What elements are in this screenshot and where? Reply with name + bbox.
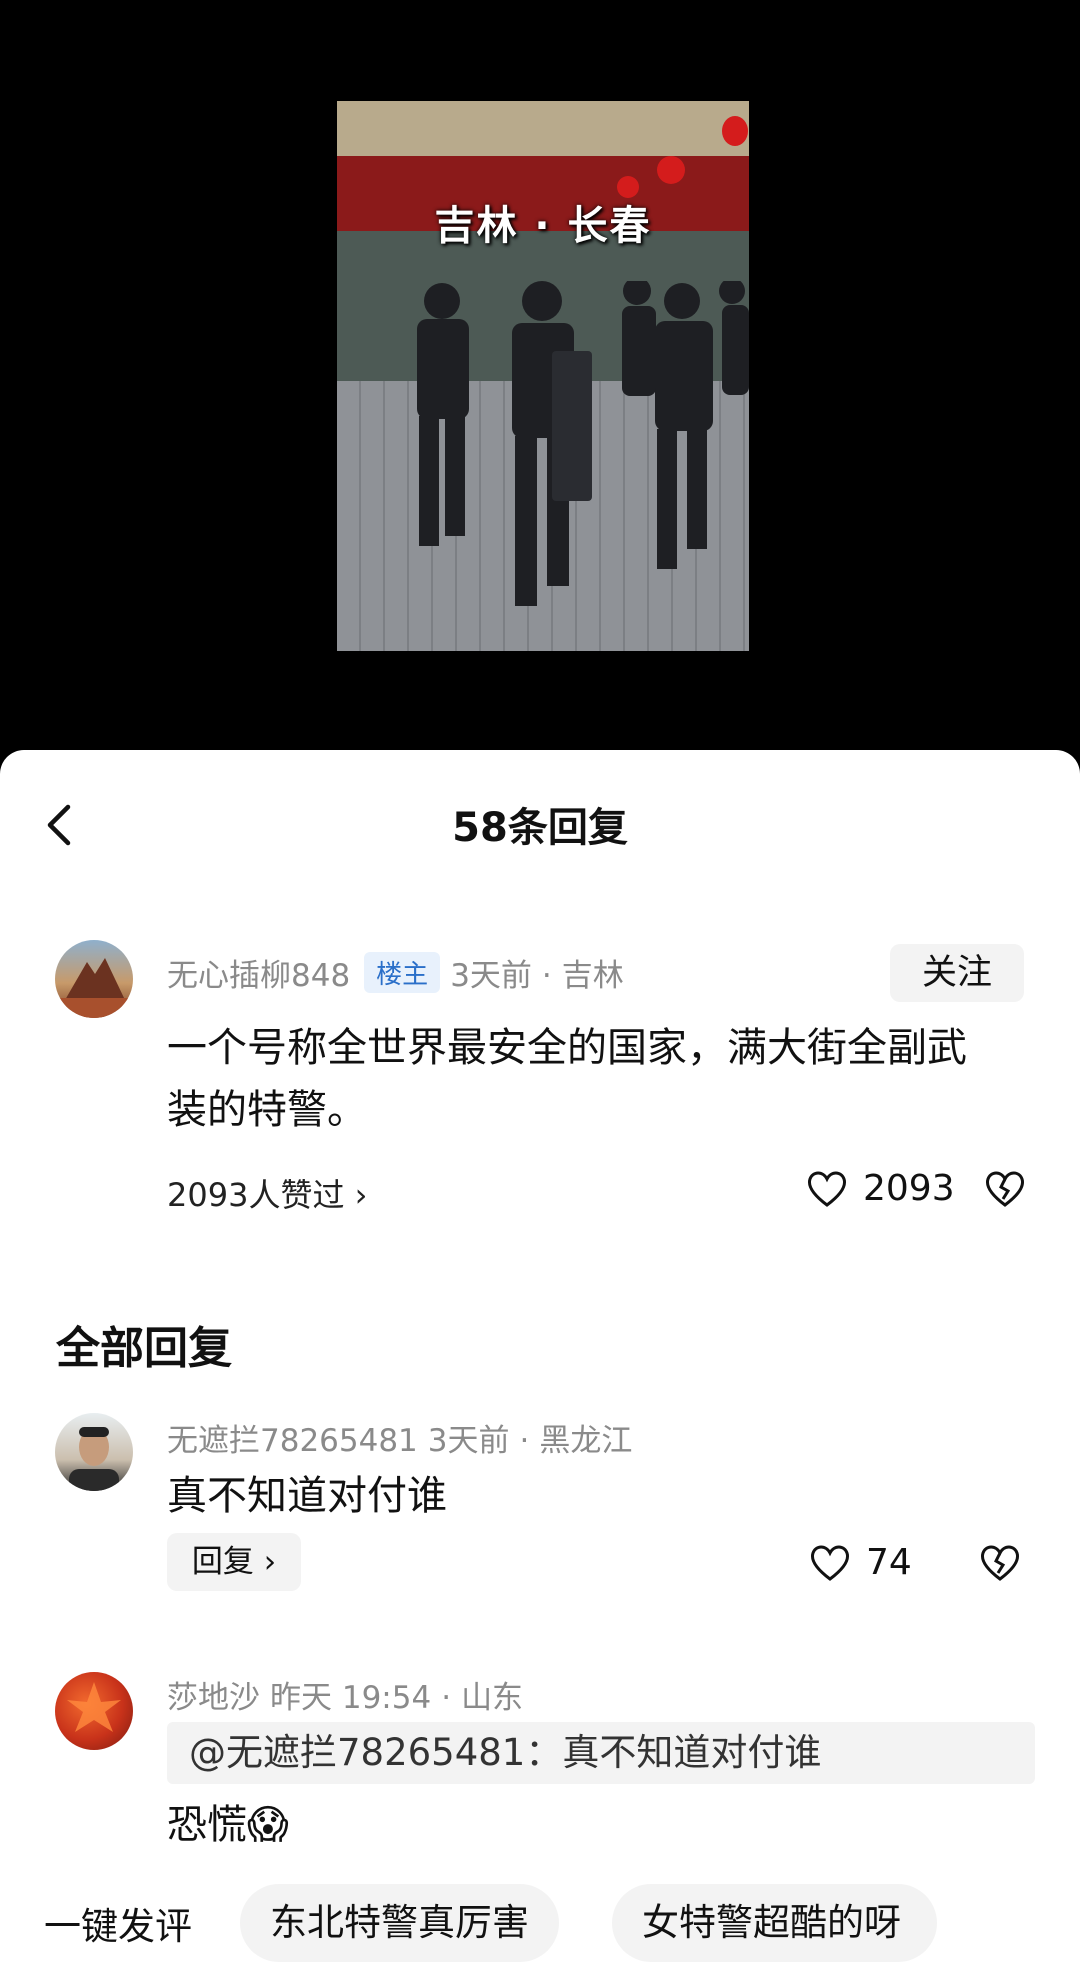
- reply-meta: 莎地沙 昨天 19:54 · 山东: [167, 1672, 533, 1717]
- reply-location: 黑龙江: [539, 1423, 633, 1459]
- username[interactable]: 莎地沙: [167, 1680, 260, 1716]
- meta-separator: ·: [441, 1680, 452, 1716]
- avatar-leaf-icon: [67, 1682, 121, 1732]
- meta-separator: ·: [519, 1423, 530, 1459]
- comment-location: 吉林: [561, 958, 624, 994]
- comment-meta: 无心插柳848 楼主 3天前 · 吉林: [167, 950, 634, 995]
- reply-text: 恐慌😱: [167, 1802, 289, 1848]
- video-caption: 吉林 · 长春: [434, 203, 652, 249]
- quick-comment-chip[interactable]: 东北特警真厉害: [240, 1884, 559, 1962]
- follow-button[interactable]: 关注: [890, 944, 1024, 1002]
- username[interactable]: 无心插柳848: [167, 958, 350, 994]
- quoted-reply[interactable]: @无遮拦78265481：真不知道对付谁: [167, 1722, 1035, 1784]
- heart-icon[interactable]: [808, 1543, 852, 1583]
- likes-summary[interactable]: 2093人赞过 ›: [167, 1170, 367, 1216]
- reply-text: 真不知道对付谁: [167, 1473, 447, 1519]
- username[interactable]: 无遮拦78265481: [167, 1423, 418, 1459]
- lantern-icon: [722, 116, 748, 146]
- comment-text: 一个号称全世界最安全的国家，满大街全副武装的特警。: [167, 1025, 967, 1133]
- dislike-icon[interactable]: [978, 1543, 1022, 1583]
- reply-time: 昨天 19:54: [270, 1680, 432, 1716]
- all-replies-heading: 全部回复: [56, 1323, 232, 1374]
- op-badge: 楼主: [364, 952, 441, 993]
- dislike-icon[interactable]: [983, 1169, 1027, 1209]
- avatar[interactable]: [55, 1413, 133, 1491]
- avatar-person-icon: [69, 1427, 119, 1491]
- video-thumbnail[interactable]: 吉林 · 长春: [337, 101, 749, 651]
- page-title: 58条回复: [452, 805, 628, 851]
- heart-icon[interactable]: [805, 1169, 849, 1209]
- avatar[interactable]: [55, 940, 133, 1018]
- like-group: 74: [808, 1542, 1022, 1583]
- like-group: 2093: [805, 1168, 1027, 1209]
- reply-time: 3天前: [427, 1423, 510, 1459]
- like-count: 74: [866, 1542, 912, 1583]
- quick-comment-label: 一键发评: [44, 1905, 192, 1948]
- reply-location: 山东: [461, 1680, 524, 1716]
- meta-separator: ·: [541, 958, 552, 994]
- avatar-mountain-icon: [55, 958, 133, 1018]
- comment-time: 3天前: [450, 958, 532, 994]
- like-count: 2093: [863, 1168, 955, 1209]
- quick-comment-bar: 一键发评 东北特警真厉害 女特警超酷的呀: [0, 1880, 1080, 1975]
- comments-sheet: 58条回复 无心插柳848 楼主 3天前 · 吉林 关注 一个号称全世界最安全的国家，满…: [0, 750, 1080, 1975]
- reply-meta: 无遮拦78265481 3天前 · 黑龙江: [167, 1415, 642, 1460]
- video-area[interactable]: 吉林 · 长春: [0, 0, 1080, 755]
- police-figures: [417, 281, 749, 606]
- quick-comment-chip[interactable]: 女特警超酷的呀: [612, 1884, 937, 1962]
- avatar[interactable]: [55, 1672, 133, 1750]
- reply-button[interactable]: 回复 ›: [167, 1533, 301, 1591]
- lantern-icon: [657, 156, 685, 184]
